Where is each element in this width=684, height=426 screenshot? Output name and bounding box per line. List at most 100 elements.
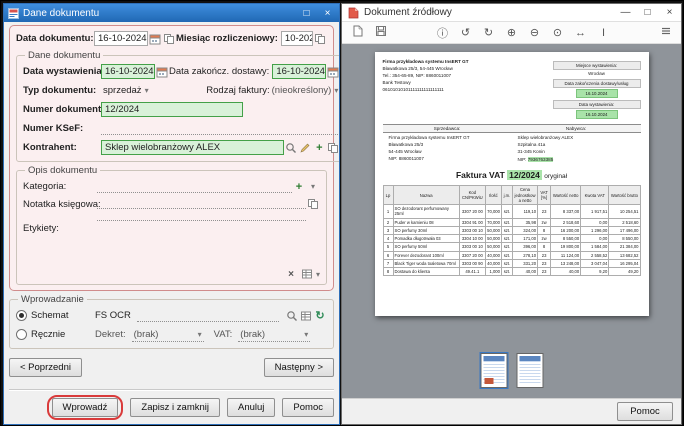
invoice-cell: 49.41.1	[458, 267, 486, 277]
buyer-nip-line: NIP: 7936763385	[512, 155, 641, 163]
scheme-input[interactable]	[136, 309, 279, 322]
vat-label: VAT:	[213, 329, 233, 340]
previous-button[interactable]: < Poprzedni	[9, 358, 82, 377]
doc-date-label: Data dokumentu:	[16, 33, 94, 44]
invoice-top: Firma przykładowa systemu InsERT GT Bława…	[383, 59, 641, 119]
next-button[interactable]: Następny >	[263, 358, 334, 377]
page-thumbnail-1[interactable]	[479, 352, 508, 389]
clear-icon[interactable]: ×	[284, 267, 298, 281]
category-row: Kategoria: + ▾	[23, 178, 320, 195]
scheme-radio[interactable]	[16, 310, 27, 321]
invoice-cell: 3304 10 00	[458, 234, 486, 244]
note-input[interactable]	[97, 197, 306, 221]
ksef-input[interactable]	[101, 122, 339, 135]
doc-date-input[interactable]: 16-10-2024	[94, 31, 148, 46]
page-thumbnail-2[interactable]	[516, 353, 543, 388]
copy-icon[interactable]	[313, 32, 327, 46]
billing-month-input[interactable]: 10-2024	[280, 31, 313, 46]
maximize-icon[interactable]: □	[639, 6, 656, 20]
grid-icon[interactable]	[300, 267, 314, 281]
column-header: VAT [%]	[537, 185, 552, 206]
chevron-down-icon[interactable]: ▾	[306, 180, 320, 194]
column-header: Kwota VAT	[580, 185, 610, 206]
search-icon[interactable]	[284, 141, 298, 155]
contractor-input[interactable]: Sklep wielobranżowy ALEX	[101, 140, 285, 155]
edit-icon[interactable]	[298, 141, 312, 155]
decree-value: (brak)	[133, 328, 159, 340]
cancel-button[interactable]: Anuluj	[227, 398, 276, 417]
issue-date-input[interactable]: 16-10-2024	[101, 64, 155, 79]
minimize-icon[interactable]: —	[617, 6, 634, 20]
invoice-cell: 3303 00 90	[458, 258, 486, 269]
text-line: Bławatkowa 25/3	[388, 142, 424, 148]
zoom-in-icon[interactable]: ⊕	[504, 26, 519, 39]
text-line: Bławatkowa 25/3, 54-445 Wrocław	[382, 65, 453, 71]
zoom-out-icon[interactable]: ⊖	[527, 26, 542, 39]
close-icon[interactable]: ×	[661, 6, 678, 20]
invoice-cell: 2	[382, 217, 394, 227]
type-row: Typ dokumentu: sprzedaż ▾ Rodzaj faktury…	[23, 82, 339, 99]
invoice-cell: 70,000	[484, 204, 502, 219]
invoice-cell: zw	[537, 217, 552, 227]
labels-row: Etykiety:	[23, 223, 320, 265]
open-document-icon[interactable]	[350, 25, 365, 40]
text-line: NIP: 8860011007	[388, 156, 424, 162]
document-icon	[348, 7, 359, 18]
invoice-cell: 40,000	[484, 250, 502, 260]
invoice-cell: 23	[537, 204, 552, 219]
invoice-cell: szt.	[500, 217, 513, 227]
viewer-toolbar: ⓘ ↺ ↻ ⊕ ⊖ ⊙ ↔ I	[342, 22, 681, 44]
delivery-end-value: 16.10.2024	[575, 89, 618, 98]
category-input[interactable]	[97, 180, 292, 193]
search-icon[interactable]	[285, 309, 299, 323]
buyer-block: Nabywca: Sklep wielobranżowy ALEX Szpital…	[511, 125, 641, 163]
zoom-actual-icon[interactable]: ⊙	[550, 26, 565, 39]
menu-icon[interactable]	[658, 25, 673, 40]
invoice-cell: 2 558,52	[580, 250, 610, 260]
vat-value: (brak)	[240, 328, 266, 340]
calendar-icon[interactable]	[326, 65, 339, 79]
scheme-label: Schemat	[31, 310, 69, 321]
rotate-right-icon[interactable]: ↻	[481, 26, 496, 39]
calendar-icon[interactable]	[155, 65, 169, 79]
copy-icon[interactable]	[162, 32, 176, 46]
doc-type-value: sprzedaż	[103, 85, 142, 96]
entry-group: Wprowadzanie Schemat FS OCR ↻ Ręcznie De…	[9, 294, 334, 349]
document-viewer-area[interactable]: Firma przykładowa systemu InsERT GT Bława…	[342, 44, 681, 398]
save-icon[interactable]	[373, 25, 388, 40]
text-line: 06101010101111111111111111	[382, 86, 444, 92]
add-icon[interactable]: +	[312, 141, 326, 155]
refresh-icon[interactable]: ↻	[313, 309, 327, 323]
invoice-cell: 23	[537, 250, 552, 260]
entry-group-legend: Wprowadzanie	[21, 294, 84, 305]
maximize-icon[interactable]: □	[298, 6, 315, 20]
calendar-icon[interactable]	[148, 32, 162, 46]
add-icon[interactable]: +	[292, 180, 306, 194]
help-button[interactable]: Pomoc	[282, 398, 334, 417]
doc-type-select[interactable]: sprzedaż ▾	[101, 83, 151, 98]
chevron-down-icon[interactable]: ▾	[316, 270, 320, 279]
invoice-cell: Puder w kamieniu 08	[392, 217, 460, 227]
manual-radio[interactable]	[16, 329, 27, 340]
doc-number-input[interactable]: 12/2024	[101, 102, 243, 117]
vat-select[interactable]: (brak) ▾	[238, 327, 311, 342]
grid-icon[interactable]	[299, 309, 313, 323]
invoice-title-suffix: oryginał	[544, 173, 568, 181]
submit-button[interactable]: Wprowadź	[51, 398, 119, 417]
invoice-cell: SO perfumy 30ml	[392, 225, 460, 236]
close-icon[interactable]: ×	[319, 6, 336, 20]
contractor-row: Kontrahent: Sklep wielobranżowy ALEX +	[23, 139, 339, 156]
copy-icon[interactable]	[306, 197, 320, 211]
info-icon[interactable]: ⓘ	[435, 25, 450, 41]
delivery-date-input[interactable]: 16-10-2024	[272, 64, 327, 79]
text-select-icon[interactable]: I	[596, 27, 611, 39]
invoice-cell: 49,20	[608, 267, 641, 277]
copy-icon[interactable]	[326, 141, 339, 155]
invoice-row: 6 Forever dezodorant 100ml 3307 20 00 40,00…	[382, 250, 641, 260]
viewer-help-button[interactable]: Pomoc	[617, 402, 673, 421]
rotate-left-icon[interactable]: ↺	[458, 26, 473, 39]
decree-select[interactable]: (brak) ▾	[131, 327, 204, 342]
invoice-kind-select[interactable]: (nieokreślony) ▾	[270, 83, 339, 98]
fit-width-icon[interactable]: ↔	[573, 27, 588, 39]
save-close-button[interactable]: Zapisz i zamknij	[130, 398, 220, 417]
